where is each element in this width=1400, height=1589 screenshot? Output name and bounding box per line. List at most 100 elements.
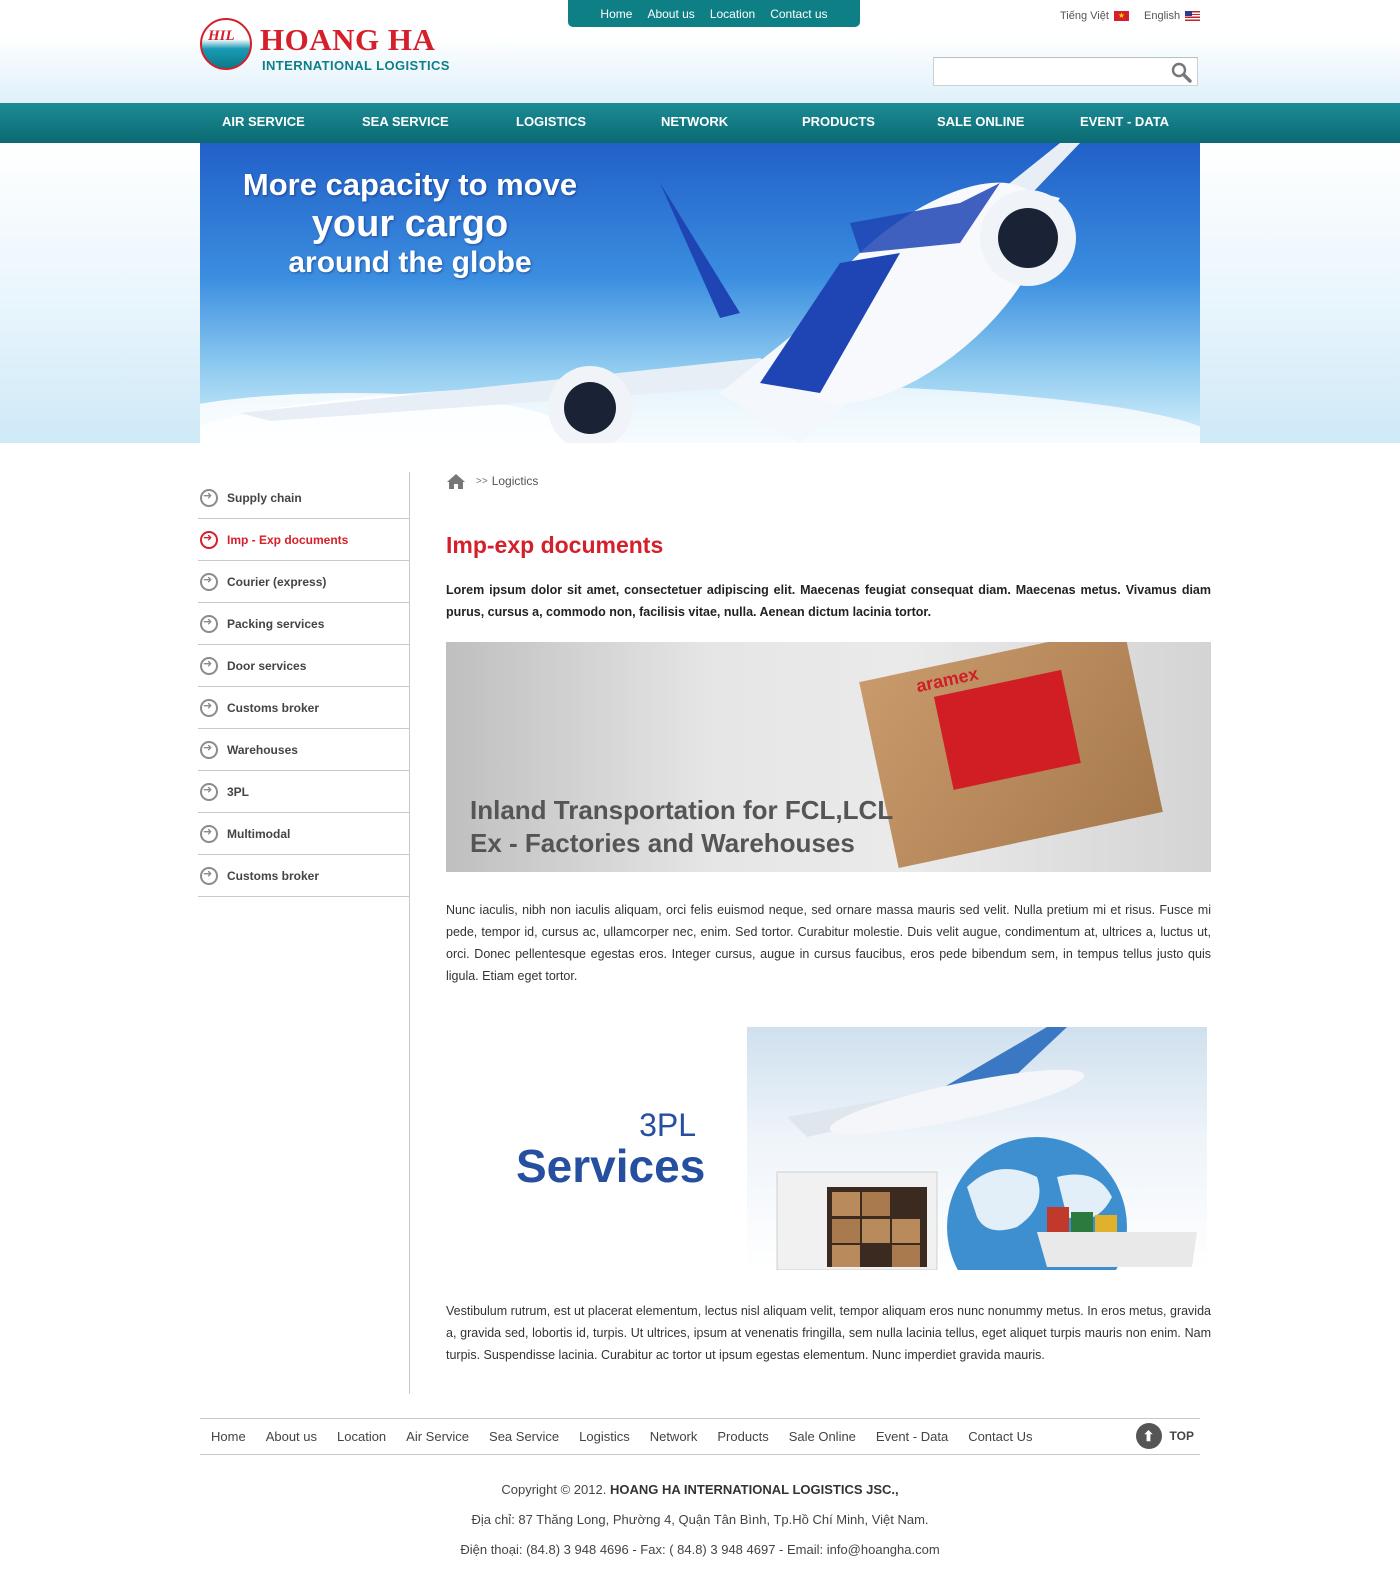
arrow-circle-icon <box>200 782 218 801</box>
home-icon[interactable] <box>446 473 466 490</box>
back-to-top-button[interactable]: ⬆ TOP <box>1135 1423 1194 1449</box>
footer-nav: Home About us Location Air Service Sea S… <box>200 1418 1200 1455</box>
us-flag-icon <box>1185 11 1201 21</box>
arrow-up-icon: ⬆ <box>1135 1423 1162 1449</box>
footer-link-about[interactable]: About us <box>266 1429 317 1444</box>
sidebar-item-3pl[interactable]: 3PL <box>198 771 410 813</box>
vietnam-flag-icon <box>1113 11 1129 21</box>
image-caption: Inland Transportation for FCL,LCL Ex - F… <box>470 794 893 860</box>
footer-link-contact[interactable]: Contact Us <box>968 1429 1032 1444</box>
nav-sale-online[interactable]: SALE ONLINE <box>937 114 1024 129</box>
search-icon[interactable] <box>1170 61 1192 83</box>
sidebar-item-label: Packing services <box>227 616 325 631</box>
sidebar-item-multimodal[interactable]: Multimodal <box>198 813 410 855</box>
lang-english[interactable]: English <box>1144 10 1201 22</box>
copyright-prefix: Copyright © 2012. <box>501 1482 607 1497</box>
search-box <box>933 57 1198 87</box>
body-paragraph-2: Vestibulum rutrum, est ut placerat eleme… <box>446 1304 1211 1362</box>
banner-side-left <box>0 143 200 443</box>
image-caption-line-2: Ex - Factories and Warehouses <box>470 828 855 858</box>
arrow-circle-icon <box>200 740 218 759</box>
sidebar-item-warehouses[interactable]: Warehouses <box>198 729 410 771</box>
top-nav-contact[interactable]: Contact us <box>770 7 827 21</box>
arrow-circle-icon <box>200 824 218 843</box>
sidebar-item-label: 3PL <box>227 784 250 799</box>
sidebar-menu: Supply chain Imp - Exp documents Courier… <box>198 477 410 897</box>
top-nav-home[interactable]: Home <box>600 7 632 21</box>
sidebar-item-label: Courier (express) <box>227 574 327 589</box>
breadcrumb-separator: >> <box>476 475 488 487</box>
banner-side-right <box>1200 143 1400 443</box>
arrow-circle-icon <box>200 572 218 591</box>
arrow-circle-icon <box>200 614 218 633</box>
content-divider <box>409 472 410 1394</box>
nav-network[interactable]: NETWORK <box>661 114 728 129</box>
copyright-line: Copyright © 2012. HOANG HA INTERNATIONAL… <box>0 1475 1400 1505</box>
footer-link-network[interactable]: Network <box>650 1429 698 1444</box>
sidebar-item-label: Customs broker <box>227 868 320 883</box>
parcel-box: aramex <box>859 642 1163 868</box>
sidebar-item-label: Door services <box>227 658 307 673</box>
page-title: Imp-exp documents <box>446 532 664 558</box>
sidebar-item-label: Imp - Exp documents <box>227 532 349 547</box>
search-input[interactable] <box>934 58 1167 87</box>
sidebar-item-customs-broker[interactable]: Customs broker <box>198 687 410 729</box>
banner-line-3: around the globe <box>288 246 532 280</box>
main-nav: AIR SERVICE SEA SERVICE LOGISTICS NETWOR… <box>0 103 1400 143</box>
breadcrumb: >> Logictics <box>446 470 1211 492</box>
sidebar-item-label: Warehouses <box>227 742 298 757</box>
nav-products[interactable]: PRODUCTS <box>802 114 875 129</box>
footer-link-air-service[interactable]: Air Service <box>406 1429 469 1444</box>
site-header: HIL HOANG HA INTERNATIONAL LOGISTICS Hom… <box>0 0 1400 103</box>
banner-line-1: More capacity to move <box>242 167 578 202</box>
main-content: >> Logictics Imp-exp documents Lorem ips… <box>446 470 1211 1366</box>
3pl-services-image: 3PL Services <box>446 1027 1211 1270</box>
copyright-block: Copyright © 2012. HOANG HA INTERNATIONAL… <box>0 1475 1400 1565</box>
back-to-top-label: TOP <box>1169 1429 1194 1443</box>
sidebar-item-courier[interactable]: Courier (express) <box>198 561 410 603</box>
footer-link-products[interactable]: Products <box>717 1429 768 1444</box>
company-contact: Điện thoại: (84.8) 3 948 4696 - Fax: ( 8… <box>460 1542 940 1557</box>
footer-link-logistics[interactable]: Logistics <box>579 1429 630 1444</box>
nav-event-data[interactable]: EVENT - DATA <box>1080 114 1169 129</box>
lang-english-label: English <box>1144 10 1181 22</box>
nav-sea-service[interactable]: SEA SERVICE <box>362 114 449 129</box>
top-nav-about[interactable]: About us <box>647 7 694 21</box>
company-address: Địa chỉ: 87 Thăng Long, Phường 4, Quận T… <box>471 1512 929 1527</box>
lang-vietnamese-label: Tiếng Việt <box>1060 10 1109 22</box>
nav-logistics[interactable]: LOGISTICS <box>516 114 586 129</box>
sidebar-item-packing-services[interactable]: Packing services <box>198 603 410 645</box>
lang-vietnamese[interactable]: Tiếng Việt <box>1060 10 1129 22</box>
arrow-circle-icon <box>200 656 218 675</box>
banner-headline: More capacity to move your cargo around … <box>200 167 620 281</box>
sidebar-item-door-services[interactable]: Door services <box>198 645 410 687</box>
arrow-circle-icon <box>200 530 218 549</box>
inland-transport-image: aramex Inland Transportation for FCL,LCL… <box>446 642 1211 872</box>
image-caption-line-1: Inland Transportation for FCL,LCL <box>470 795 894 825</box>
site-logo[interactable]: HIL HOANG HA INTERNATIONAL LOGISTICS <box>200 16 460 76</box>
logo-name: HOANG HA <box>260 22 436 57</box>
body-paragraph-1: Nunc iaculis, nibh non iaculis aliquam, … <box>446 903 1211 983</box>
lead-paragraph: Lorem ipsum dolor sit amet, consectetuer… <box>446 583 1211 619</box>
company-name: HOANG HA INTERNATIONAL LOGISTICS JSC., <box>609 1482 899 1497</box>
sidebar-item-label: Customs broker <box>227 700 320 715</box>
footer-link-sale-online[interactable]: Sale Online <box>789 1429 856 1444</box>
logistics-illustration <box>776 1027 1197 1270</box>
top-nav-location[interactable]: Location <box>710 7 755 21</box>
arrow-circle-icon <box>200 866 218 885</box>
footer-link-home[interactable]: Home <box>211 1429 246 1444</box>
sidebar-item-customs-broker-2[interactable]: Customs broker <box>198 855 410 897</box>
nav-air-service[interactable]: AIR SERVICE <box>222 114 305 129</box>
sidebar-item-label: Supply chain <box>227 490 302 505</box>
footer-link-location[interactable]: Location <box>337 1429 386 1444</box>
sidebar-item-supply-chain[interactable]: Supply chain <box>198 477 410 519</box>
arrow-circle-icon <box>200 698 218 717</box>
banner-line-2: your cargo <box>311 202 509 245</box>
services-label: Services <box>516 1140 706 1192</box>
footer-link-sea-service[interactable]: Sea Service <box>489 1429 559 1444</box>
logo-mark-text: HIL <box>208 28 235 44</box>
sidebar-item-imp-exp-documents[interactable]: Imp - Exp documents <box>198 519 410 561</box>
footer-link-event-data[interactable]: Event - Data <box>876 1429 948 1444</box>
breadcrumb-current: Logictics <box>491 474 539 488</box>
transport-scene <box>747 1027 1207 1270</box>
